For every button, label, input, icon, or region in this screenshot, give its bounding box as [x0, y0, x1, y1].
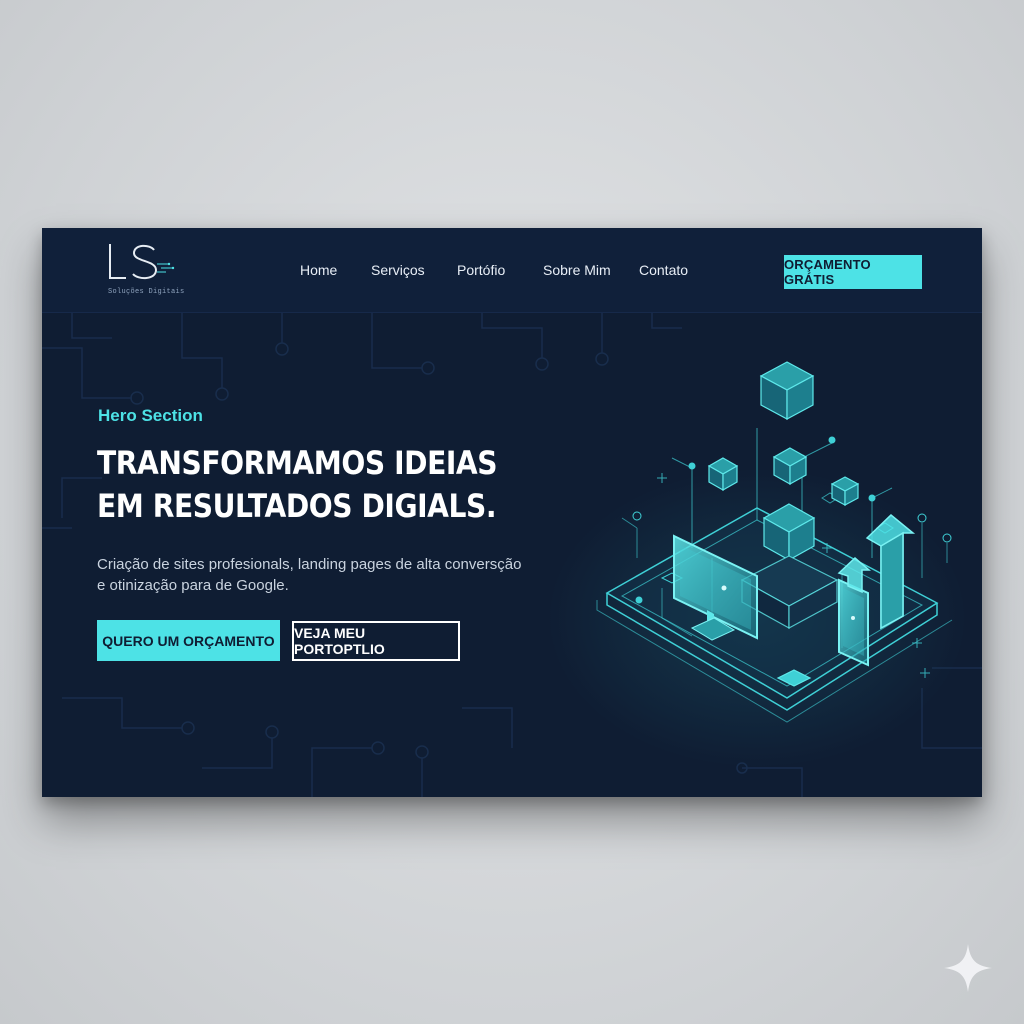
nav-item-home[interactable]: Home — [300, 262, 337, 278]
nav-item-sobre-mim[interactable]: Sobre Mim — [543, 262, 611, 278]
view-portfolio-button[interactable]: VEJA MEU PORTOPTLIO — [292, 621, 460, 661]
hero-title-line-2: EM RESULTADOS DIGIALS. — [97, 487, 497, 525]
nav-item-contato[interactable]: Contato — [639, 262, 688, 278]
hero-subtitle-line-2: e otinização para de Google. — [97, 577, 289, 594]
request-quote-button[interactable]: QUERO UM ORÇAMENTO — [97, 620, 280, 661]
smartphone-icon — [838, 578, 869, 667]
hero-illustration — [547, 361, 967, 768]
hero-title-line-1: TRANSFORMAMOS IDEIAS — [97, 444, 498, 482]
brand-logo[interactable]: Soluções Digitais — [104, 240, 194, 300]
brand-tagline: Soluções Digitais — [108, 288, 185, 296]
nav-item-portfolio[interactable]: Portófio — [457, 262, 505, 278]
hero-subtitle: Criação de sites profesionals, landing p… — [97, 554, 527, 596]
hero-section-label: Hero Section — [98, 406, 203, 425]
nav-item-servicos[interactable]: Serviços — [371, 262, 425, 278]
sparkle-icon — [944, 944, 992, 992]
hero-subtitle-line-1: Criação de sites profesionals, landing p… — [97, 556, 522, 573]
website-mockup: Soluções Digitais Home Serviços Portófio… — [42, 228, 982, 797]
free-quote-button[interactable]: ORÇAMENTO GRÁTIS — [784, 255, 922, 289]
hero-title: TRANSFORMAMOS IDEIAS EM RESULTADOS DIGIA… — [97, 442, 517, 528]
top-navbar: Soluções Digitais Home Serviços Portófio… — [42, 228, 982, 313]
ls-logo-icon — [109, 244, 175, 280]
